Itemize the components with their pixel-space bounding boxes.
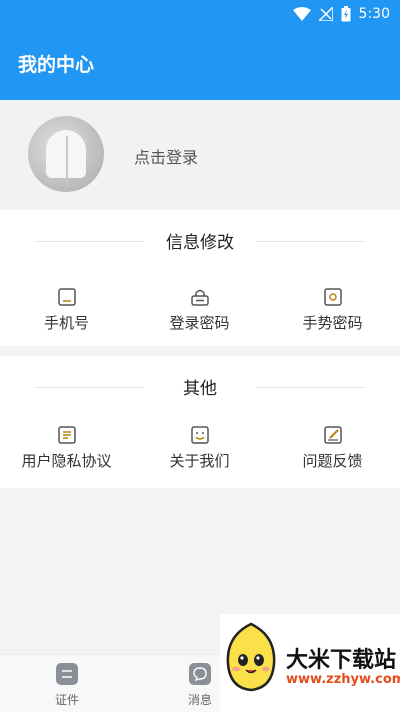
section-items: 用户隐私协议 关于我们 问题反馈 xyxy=(0,426,400,471)
menu-item-phone[interactable]: 手机号 xyxy=(0,288,133,333)
menu-item-label: 登录密码 xyxy=(169,314,230,332)
section-other: 其他 用户隐私协议 关于我们 问题反馈 xyxy=(0,356,400,488)
login-link[interactable]: 点击登录 xyxy=(134,144,198,168)
menu-item-about[interactable]: 关于我们 xyxy=(133,426,266,471)
card-icon xyxy=(56,663,78,685)
menu-item-label: 用户隐私协议 xyxy=(21,452,112,470)
divider xyxy=(256,387,366,388)
menu-item-feedback[interactable]: 问题反馈 xyxy=(266,426,399,471)
battery-icon xyxy=(341,6,351,22)
page-title: 我的中心 xyxy=(18,54,95,76)
nav-item-documents[interactable]: 证件 xyxy=(37,663,97,708)
menu-item-label: 关于我们 xyxy=(169,452,230,470)
gesture-icon xyxy=(323,288,342,306)
status-bar: 5:30 xyxy=(0,0,400,28)
menu-item-label: 问题反馈 xyxy=(302,452,363,470)
document-icon xyxy=(57,426,76,444)
section-header: 信息修改 xyxy=(0,228,400,254)
nav-item-label: 证件 xyxy=(54,693,79,707)
menu-item-label: 手机号 xyxy=(43,314,89,332)
menu-item-privacy[interactable]: 用户隐私协议 xyxy=(0,426,133,471)
smile-icon xyxy=(190,426,209,444)
avatar[interactable] xyxy=(28,116,104,192)
menu-item-gesture-password[interactable]: 手势密码 xyxy=(266,288,399,333)
watermark-url: www.zzhyw.com xyxy=(286,672,400,687)
watermark-name: 大米下载站 xyxy=(286,648,397,673)
menu-item-label: 手势密码 xyxy=(302,314,363,332)
menu-item-login-password[interactable]: 登录密码 xyxy=(133,288,266,333)
signal-icon xyxy=(318,7,333,21)
rice-grain-logo-icon xyxy=(226,622,276,692)
status-time: 5:30 xyxy=(358,6,390,22)
phone-icon xyxy=(57,288,76,306)
wifi-icon xyxy=(292,7,311,21)
app-header: 我的中心 xyxy=(0,28,400,100)
divider xyxy=(256,241,366,242)
section-items: 手机号 登录密码 手势密码 xyxy=(0,288,400,333)
chat-icon xyxy=(189,663,211,685)
lock-icon xyxy=(190,289,209,306)
section-header: 其他 xyxy=(0,374,400,400)
section-info-edit: 信息修改 手机号 登录密码 手势密码 xyxy=(0,210,400,346)
avatar-divider xyxy=(66,136,68,186)
edit-icon xyxy=(323,426,342,444)
nav-item-label: 消息 xyxy=(187,693,212,707)
profile-section[interactable]: 点击登录 xyxy=(0,100,400,210)
watermark: 大米下载站 www.zzhyw.com xyxy=(220,614,400,712)
